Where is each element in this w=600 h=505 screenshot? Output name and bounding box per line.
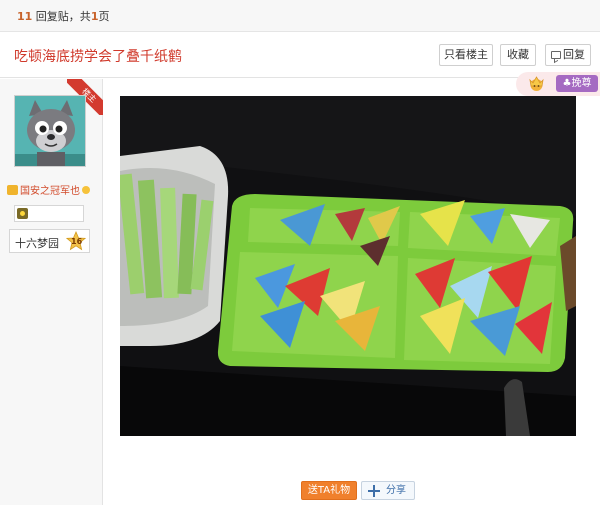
level-number: 16	[71, 237, 83, 246]
sun-icon	[82, 186, 90, 194]
author-username[interactable]: 国安之冠军也	[7, 182, 90, 197]
thread-header: 吃顿海底捞学会了叠千纸鹤 只看楼主 收藏 回复	[0, 32, 600, 78]
reply-icon	[551, 51, 561, 59]
reply-count-number: 11	[17, 10, 33, 23]
avatar[interactable]	[14, 95, 86, 167]
wolf-avatar-image	[15, 96, 85, 166]
member-level[interactable]: 十六梦园 16	[9, 229, 90, 253]
page-topbar: 11 回复贴，共1页	[0, 0, 600, 32]
post-photo[interactable]	[120, 96, 576, 436]
medal-slot[interactable]	[14, 205, 84, 222]
level-name: 十六梦园	[15, 237, 59, 250]
send-gift-button[interactable]: 送TA礼物	[301, 481, 357, 500]
favorite-button[interactable]: 收藏	[500, 44, 536, 66]
paper-cranes-photo	[120, 96, 576, 436]
share-icon	[368, 485, 380, 497]
reply-count: 11 回复贴，共1页	[17, 8, 109, 24]
thread-title: 吃顿海底捞学会了叠千纸鹤	[14, 49, 182, 65]
queen-icon	[529, 76, 544, 91]
crown-icon	[7, 185, 18, 195]
author-username-text[interactable]: 国安之冠军也	[20, 186, 80, 197]
tip-button[interactable]: ♣挽尊	[556, 75, 598, 92]
reply-button[interactable]: 回复	[545, 44, 591, 66]
author-only-button[interactable]: 只看楼主	[439, 44, 493, 66]
medal-icon	[17, 208, 28, 219]
page-count-label: 页	[98, 10, 110, 23]
reply-count-label: 回复贴，共	[32, 10, 91, 23]
tip-button-label: 挽尊	[571, 78, 592, 89]
share-button-label: 分享	[386, 485, 406, 496]
reply-button-label: 回复	[563, 48, 585, 61]
share-button[interactable]: 分享	[361, 481, 415, 500]
tip-strip: ♣挽尊	[516, 72, 600, 96]
